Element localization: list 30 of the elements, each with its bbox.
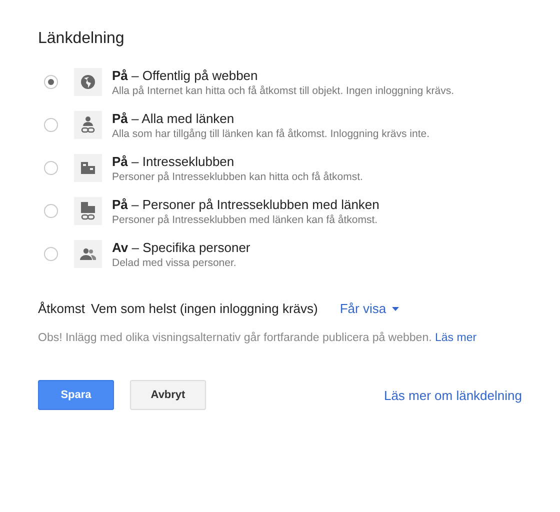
globe-icon [80,74,96,90]
help-link[interactable]: Läs mer om länkdelning [384,388,522,402]
radio-button[interactable] [44,204,58,218]
note-text: Obs! Inlägg med olika visningsalternativ går fortfarande publicera på webben. [38,332,432,344]
building-link-icon [81,202,95,220]
save-button[interactable]: Spara [38,380,114,410]
radio-button[interactable] [44,118,58,132]
option-description: Alla på Internet kan hitta och få åtkomst till objekt. Ingen inloggning krävs. [112,85,454,97]
option-description: Alla som har tillgång till länken kan få åtkomst. Inloggning krävs inte. [112,128,430,140]
option-title: På – Offentlig på webben [112,68,259,83]
radio-button[interactable] [44,247,58,261]
permission-dropdown[interactable]: Får visa [340,301,400,316]
radio-button[interactable] [44,161,58,175]
option-title: På – Alla med länken [112,111,236,126]
cancel-button[interactable]: Avbryt [130,380,206,410]
person-link-icon [81,116,95,134]
option-title: Av – Specifika personer [112,240,250,255]
radio-button[interactable] [44,75,58,89]
option-title: På – Personer på Intresseklubben med länken [112,197,380,212]
option-description: Delad med vissa personer. [112,257,238,269]
access-label: Åtkomst [38,301,85,316]
read-more-link[interactable]: Läs mer [435,332,477,344]
building-icon [81,162,95,174]
option-description: Personer på Intresseklubben med länken kan få åtkomst. [112,214,379,226]
dialog-title: Länkdelning [38,30,126,48]
people-icon [80,248,96,260]
option-description: Personer på Intresseklubben kan hitta och få åtkomst. [112,171,363,183]
access-value: Vem som helst (ingen inloggning krävs) [90,301,318,316]
caret-icon [392,306,400,310]
option-title: På – Intresseklubben [112,154,236,169]
